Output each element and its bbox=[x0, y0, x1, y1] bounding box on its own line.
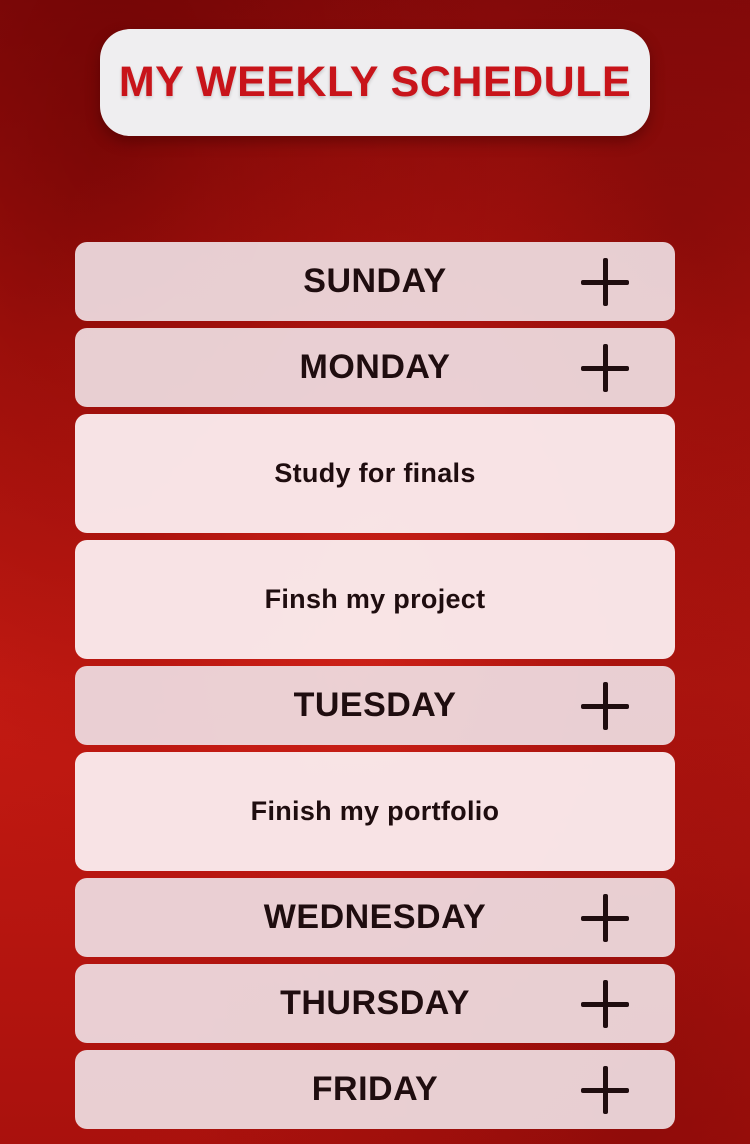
plus-icon[interactable] bbox=[581, 894, 629, 942]
plus-icon[interactable] bbox=[581, 682, 629, 730]
task-label: Finish my portfolio bbox=[250, 796, 500, 826]
task-item[interactable]: Finsh my project bbox=[75, 540, 675, 659]
plus-icon[interactable] bbox=[581, 980, 629, 1028]
day-row-monday[interactable]: MONDAY bbox=[75, 328, 675, 407]
title-card: MY WEEKLY SCHEDULE bbox=[100, 29, 650, 136]
plus-icon[interactable] bbox=[581, 344, 629, 392]
day-row-thursday[interactable]: THURSDAY bbox=[75, 964, 675, 1043]
task-item[interactable]: Finish my portfolio bbox=[75, 752, 675, 871]
page-title: MY WEEKLY SCHEDULE bbox=[118, 58, 632, 106]
day-row-tuesday[interactable]: TUESDAY bbox=[75, 666, 675, 745]
task-label: Study for finals bbox=[274, 458, 476, 488]
plus-icon[interactable] bbox=[581, 1066, 629, 1114]
task-item[interactable]: Study for finals bbox=[75, 414, 675, 533]
task-label: Finsh my project bbox=[264, 584, 486, 614]
day-row-wednesday[interactable]: WEDNESDAY bbox=[75, 878, 675, 957]
day-row-friday[interactable]: FRIDAY bbox=[75, 1050, 675, 1129]
plus-icon[interactable] bbox=[581, 258, 629, 306]
day-row-sunday[interactable]: SUNDAY bbox=[75, 242, 675, 321]
